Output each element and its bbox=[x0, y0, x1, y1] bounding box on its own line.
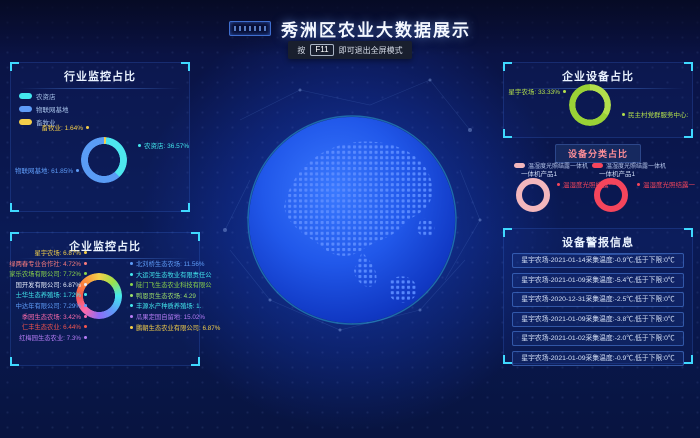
alarm-row: 星宇农场-2021-01-09采集温度:-5.4℃,低于下限:0℃ bbox=[512, 273, 684, 288]
legend-swatch bbox=[19, 106, 32, 112]
enterprise-label: 大运河生态牧业有限责任公 bbox=[130, 271, 198, 282]
alarm-row: 星宇农场-2021-01-14采集温度:-0.9℃,低于下限:0℃ bbox=[512, 253, 684, 268]
alarm-panel-title: 设备警报信息 bbox=[504, 234, 692, 250]
legend-label: 物联网基地 bbox=[36, 104, 69, 114]
industry-legend: 农资店 物联网基地 畜牧业 bbox=[19, 91, 69, 127]
equipment-callout-right: 民主村党群服务中心: bbox=[622, 112, 688, 120]
enterprise-label: 家乐农场有限公司: 7.72% bbox=[9, 270, 87, 281]
device-sub-label-2: 一体机产品1 bbox=[599, 171, 635, 179]
logo-badge bbox=[229, 21, 271, 36]
enterprise-label: 鹏朝生态农业有限公司: 6.87% bbox=[130, 324, 198, 335]
legend-item[interactable]: 农资店 bbox=[19, 91, 69, 101]
equipment-callout-left: 星宇农场: 33.33% bbox=[508, 89, 566, 97]
alarm-row: 星宇农场-2021-01-09采集温度:-3.8℃,低于下限:0℃ bbox=[512, 312, 684, 327]
enterprise-label: 士华生态养殖场: 1.72% bbox=[16, 291, 87, 302]
legend-swatch bbox=[514, 163, 525, 168]
industry-panel-title: 行业监控占比 bbox=[11, 68, 189, 84]
legend-swatch bbox=[19, 93, 32, 99]
alarm-list: 星宇农场-2021-01-14采集温度:-0.9℃,低于下限:0℃ 星宇农场-2… bbox=[512, 253, 684, 371]
alarm-row: 星宇农场-2020-12-31采集温度:-2.5℃,低于下限:0℃ bbox=[512, 292, 684, 307]
device-donut-1[interactable] bbox=[516, 178, 550, 212]
alarm-info-panel: 设备警报信息 星宇农场-2021-01-14采集温度:-0.9℃,低于下限:0℃… bbox=[503, 228, 693, 364]
device-class-panel: 设备分类占比 温湿度光照结露一体机 一体机产品1 温湿度光照结露一 温湿度光照结… bbox=[503, 140, 693, 222]
device-class-legend-2[interactable]: 温湿度光照结露一体机 bbox=[592, 161, 666, 170]
enterprise-label: 仁丰生态农业: 6.44% bbox=[22, 323, 87, 334]
enterprise-label: 星宇农场: 6.87% bbox=[34, 249, 87, 260]
page-title: 秀洲区农业大数据展示 bbox=[281, 16, 471, 41]
equipment-panel-title: 企业设备占比 bbox=[504, 68, 692, 84]
enterprise-monitor-panel: 企业监控占比 星宇农场: 6.87% 绿两春专业合作社: 4.72% 家乐农场有… bbox=[10, 232, 200, 366]
dashboard: 秀洲区农业大数据展示 按 F11 即可退出全屏模式 行业监控占比 农资店 物联网… bbox=[0, 0, 700, 438]
industry-callout-livestock: 畜牧业: 1.64% bbox=[19, 125, 89, 133]
legend-label: 温湿度光照结露一体机 bbox=[606, 161, 666, 170]
alarm-row: 星宇农场-2021-01-02采集温度:-2.0℃,低于下限:0℃ bbox=[512, 331, 684, 346]
divider bbox=[19, 88, 181, 89]
enterprise-label: 绿两春专业合作社: 4.72% bbox=[9, 260, 87, 271]
enterprise-left-labels: 星宇农场: 6.87% 绿两春专业合作社: 4.72% 家乐农场有限公司: 7.… bbox=[13, 249, 87, 344]
legend-label: 温湿度光照结露一体机 bbox=[528, 161, 588, 170]
legend-label: 农资店 bbox=[36, 91, 56, 101]
device-class-legend-1[interactable]: 温湿度光照结露一体机 bbox=[514, 161, 588, 170]
device-callout-2: 温湿度光照结露一 bbox=[637, 182, 695, 190]
device-sub-label-1: 一体机产品1 bbox=[521, 171, 557, 179]
enterprise-label: 中达年有限公司: 7.29% bbox=[16, 302, 87, 313]
industry-callout-agristore: 农资店: 36.57% bbox=[138, 143, 189, 151]
enterprise-label: 北刘桥生态农场: 11.56% bbox=[130, 260, 198, 271]
enterprise-label: 丰源水产种质养殖场: 1. bbox=[130, 302, 198, 313]
globe bbox=[244, 112, 460, 328]
fullscreen-tooltip-box: 按 F11 即可退出全屏模式 bbox=[288, 41, 411, 59]
legend-item[interactable]: 物联网基地 bbox=[19, 104, 69, 114]
equipment-donut-chart[interactable] bbox=[569, 84, 611, 126]
device-donut-2[interactable] bbox=[594, 178, 628, 212]
globe-graphic bbox=[244, 112, 460, 328]
f11-key: F11 bbox=[310, 44, 333, 56]
industry-donut-chart[interactable] bbox=[81, 137, 127, 183]
enterprise-label: 瓜果定国自留地: 15.02% bbox=[130, 313, 198, 324]
industry-callout-iot-base: 物联网基地: 61.85% bbox=[15, 168, 79, 176]
enterprise-label: 陡门飞生态农业科技有限公 bbox=[130, 281, 198, 292]
alarm-row: 星宇农场-2021-01-09采集温度:-0.9℃,低于下限:0℃ bbox=[512, 351, 684, 366]
industry-monitor-panel: 行业监控占比 农资店 物联网基地 畜牧业 畜牧业: 1.64% 农资店: 36.… bbox=[10, 62, 190, 212]
legend-swatch bbox=[592, 163, 603, 168]
tooltip-prefix: 按 bbox=[297, 45, 305, 56]
enterprise-right-labels: 北刘桥生态农场: 11.56% 大运河生态牧业有限责任公 陡门飞生态农业科技有限… bbox=[130, 260, 198, 334]
header: 秀洲区农业大数据展示 bbox=[0, 16, 700, 41]
enterprise-label: 季园生态农场: 3.42% bbox=[22, 313, 87, 324]
tooltip-suffix: 即可退出全屏模式 bbox=[339, 45, 403, 56]
enterprise-label: 红梅园生态农业: 7.3% bbox=[19, 334, 87, 345]
fullscreen-tooltip: 按 F11 即可退出全屏模式 bbox=[0, 41, 700, 59]
equipment-ratio-panel: 企业设备占比 星宇农场: 33.33% 民主村党群服务中心: bbox=[503, 62, 693, 138]
enterprise-label: 鸭恩页生态农场: 4.29 bbox=[130, 292, 198, 303]
enterprise-label: 国开发有限公司: 6.87% bbox=[16, 281, 87, 292]
